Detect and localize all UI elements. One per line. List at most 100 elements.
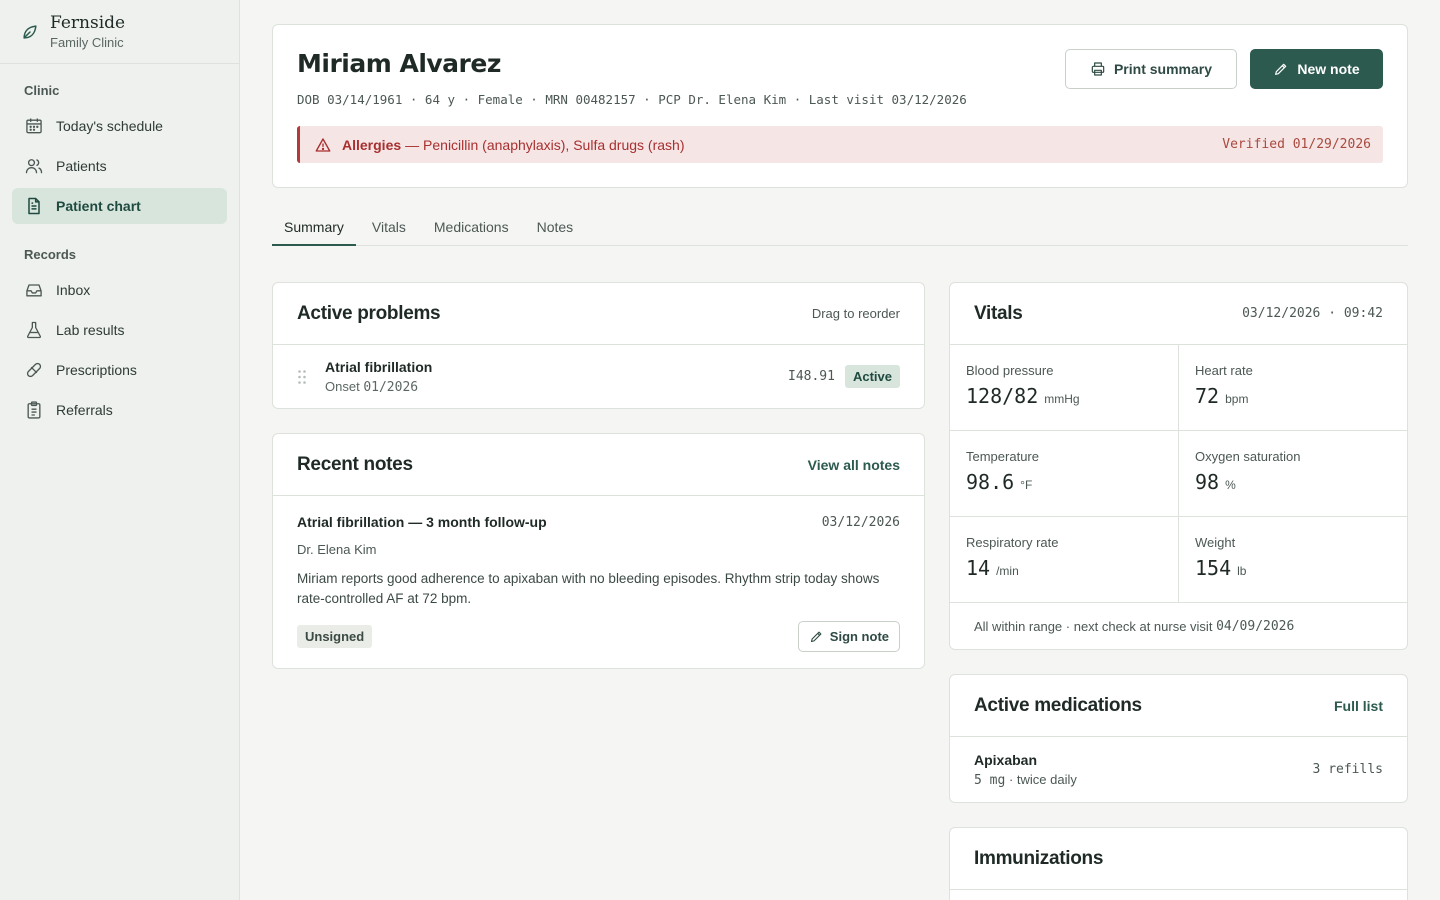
printer-icon <box>1091 62 1105 76</box>
note-title[interactable]: Atrial fibrillation — 3 month follow-up <box>297 514 547 530</box>
medication-dose: 5 mg · twice daily <box>974 772 1077 788</box>
tab-vitals[interactable]: Vitals <box>360 210 418 246</box>
print-summary-label: Print summary <box>1113 61 1213 77</box>
new-note-label: New note <box>1297 61 1360 77</box>
vitals-card: Vitals 03/12/2026 · 09:42 Blood pressure… <box>949 282 1408 650</box>
brand[interactable]: Fernside Family Clinic <box>0 0 239 64</box>
sidebar-item-patients[interactable]: Patients <box>12 148 227 184</box>
unsigned-badge: Unsigned <box>297 625 373 648</box>
main-content: Miriam Alvarez DOB 03/14/1961 · 64 y · F… <box>272 24 1408 900</box>
sidebar-item-prescriptions[interactable]: Prescriptions <box>12 352 227 388</box>
vitals-title: Vitals <box>974 302 1023 324</box>
flask-icon <box>26 321 42 339</box>
sidebar-item-referrals[interactable]: Referrals <box>12 392 227 428</box>
vital-value: 98.6 <box>966 470 1015 494</box>
sidebar-item-label: Inbox <box>56 282 91 298</box>
clipboard-icon <box>27 401 41 419</box>
sidebar-item-label: Today's schedule <box>56 118 163 134</box>
active-medications-card: Active medications Full list Apixaban 5 … <box>949 674 1408 803</box>
new-note-button[interactable]: New note <box>1250 49 1383 89</box>
vital-value: 14 <box>966 556 991 580</box>
drag-handle-icon[interactable] <box>297 369 307 385</box>
medication-name: Apixaban <box>974 751 1038 768</box>
vital-unit: bpm <box>1225 392 1249 406</box>
nav-heading-records: Records <box>24 247 77 262</box>
vital-value: 154 <box>1195 556 1232 580</box>
sidebar-item-label: Patients <box>56 158 107 174</box>
warning-icon <box>315 137 331 152</box>
vitals-footer-date: 04/09/2026 <box>1216 618 1295 634</box>
leaf-icon <box>23 24 37 39</box>
vital-label: Oxygen saturation <box>1195 449 1301 464</box>
vital-label: Weight <box>1195 535 1236 550</box>
left-column: Active problems Drag to reorder Atrial f… <box>272 282 925 669</box>
view-all-notes-link[interactable]: View all notes <box>808 457 900 473</box>
brand-subtitle: Family Clinic <box>50 35 124 50</box>
vital-oxygen-saturation: Oxygen saturation 98% <box>1179 431 1408 517</box>
pencil-icon <box>810 631 822 643</box>
right-column: Vitals 03/12/2026 · 09:42 Blood pressure… <box>949 282 1408 900</box>
calendar-icon <box>26 118 42 134</box>
vitals-timestamp: 03/12/2026 · 09:42 <box>1242 306 1383 321</box>
tab-summary[interactable]: Summary <box>272 210 356 246</box>
medication-row[interactable]: Apixaban 5 mg · twice daily 3 refills <box>950 737 1407 802</box>
immunizations-title: Immunizations <box>974 847 1104 869</box>
note-author: Dr. Elena Kim <box>297 542 377 557</box>
sidebar-item-label: Patient chart <box>56 198 141 214</box>
vital-value: 72 <box>1195 384 1220 408</box>
vitals-footer: All within range · next check at nurse v… <box>950 603 1407 649</box>
allergy-label: Allergies <box>342 136 402 153</box>
nav-heading-clinic: Clinic <box>24 83 60 98</box>
sign-note-button[interactable]: Sign note <box>797 621 900 652</box>
note-text: Miriam reports good adherence to apixaba… <box>297 571 880 606</box>
vital-unit: mmHg <box>1044 392 1080 406</box>
note-item: Atrial fibrillation — 3 month follow-up … <box>273 496 924 668</box>
patient-header-card: Miriam Alvarez DOB 03/14/1961 · 64 y · F… <box>272 24 1408 188</box>
problem-row[interactable]: Atrial fibrillation Onset 01/2026 I48.91… <box>273 345 924 408</box>
sidebar-item-label: Referrals <box>56 402 113 418</box>
note-date: 03/12/2026 <box>821 514 900 530</box>
file-text-icon <box>28 197 40 215</box>
vital-label: Respiratory rate <box>966 535 1059 550</box>
medication-refills: 3 refills <box>1312 762 1383 777</box>
sidebar-item-lab-results[interactable]: Lab results <box>12 312 227 348</box>
vital-unit: /min <box>996 564 1019 578</box>
allergy-banner: Allergies — Penicillin (anaphylaxis), Su… <box>297 126 1383 163</box>
vital-unit: % <box>1225 478 1236 492</box>
sidebar-item-todays-schedule[interactable]: Today's schedule <box>12 108 227 144</box>
allergy-verified: Verified 01/29/2026 <box>1222 137 1371 152</box>
pencil-icon <box>1275 63 1287 75</box>
active-problems-title: Active problems <box>297 302 441 324</box>
problem-onset-label: Onset <box>325 378 360 394</box>
chart-tabs: Summary Vitals Medications Notes <box>272 210 1408 246</box>
vital-unit: lb <box>1237 564 1247 578</box>
allergy-text: — Penicillin (anaphylaxis), Sulfa drugs … <box>405 136 685 153</box>
problem-onset: Onset 01/2026 <box>325 379 432 395</box>
recent-notes-card: Recent notes View all notes Atrial fibri… <box>272 433 925 669</box>
sidebar-item-label: Lab results <box>56 322 125 338</box>
vital-label: Blood pressure <box>966 363 1054 378</box>
recent-notes-title: Recent notes <box>297 453 413 475</box>
brand-name: Fernside <box>50 13 126 33</box>
tab-notes[interactable]: Notes <box>525 210 586 246</box>
sidebar-item-label: Prescriptions <box>56 362 137 378</box>
problem-code: I48.91 <box>788 369 835 384</box>
sign-note-label: Sign note <box>829 629 889 644</box>
medication-dose-amount: 5 mg <box>974 772 1006 788</box>
users-icon <box>25 159 43 174</box>
vital-value: 98 <box>1195 470 1220 494</box>
sidebar-item-patient-chart[interactable]: Patient chart <box>12 188 227 224</box>
vitals-footer-text: All within range · next check at nurse v… <box>974 618 1213 634</box>
patient-meta: DOB 03/14/1961 · 64 y · Female · MRN 004… <box>297 92 967 107</box>
vital-respiratory-rate: Respiratory rate 14/min <box>950 517 1179 603</box>
vital-unit: °F <box>1020 478 1033 492</box>
vital-value: 128/82 <box>966 384 1039 408</box>
vital-label: Temperature <box>966 449 1039 464</box>
tab-medications[interactable]: Medications <box>422 210 521 246</box>
vital-heart-rate: Heart rate 72 bpm <box>1179 345 1408 431</box>
print-summary-button[interactable]: Print summary <box>1065 49 1237 89</box>
immunizations-card: Immunizations <box>949 827 1408 900</box>
full-list-link[interactable]: Full list <box>1334 698 1383 714</box>
problem-onset-date: 01/2026 <box>363 379 419 395</box>
sidebar-item-inbox[interactable]: Inbox <box>12 272 227 308</box>
